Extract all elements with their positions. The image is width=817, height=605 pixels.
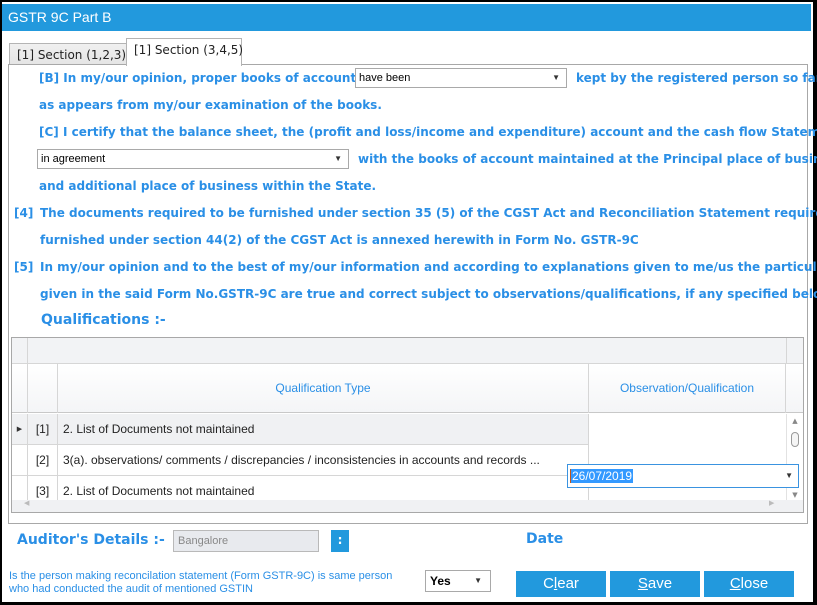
scroll-down-icon[interactable]: ▼ (787, 491, 803, 499)
close-button[interactable]: Close (704, 571, 794, 597)
agreement-value: in agreement (41, 153, 106, 165)
auditor-details-field[interactable]: Bangalore (173, 530, 319, 552)
auditor-details-label: Auditor's Details :- (17, 532, 165, 548)
section-5-line1: In my/our opinion and to the best of my/… (40, 260, 817, 274)
section-4-marker: [4] (14, 206, 34, 220)
tab-panel: [B] In my/our opinion, proper books of a… (8, 64, 817, 552)
scroll-left-icon[interactable]: ◀ (24, 499, 29, 507)
qualification-type-cell[interactable]: 3(a). observations/ comments / discrepan… (58, 445, 589, 476)
section-4-line1: The documents required to be furnished u… (40, 206, 817, 220)
scroll-thumb[interactable] (791, 432, 799, 447)
table-row[interactable]: ▶ [1] 2. List of Documents not maintaine… (12, 414, 786, 445)
books-status-dropdown[interactable]: have been ▼ (355, 68, 567, 88)
row-indicator-icon: ▶ (12, 414, 28, 445)
chevron-down-icon: ▼ (334, 154, 342, 163)
section-c-line3: and additional place of business within … (39, 179, 377, 193)
qualifications-heading: Qualifications :- (41, 312, 166, 328)
group-panel (12, 338, 803, 364)
chevron-down-icon: ▼ (552, 73, 560, 82)
same-person-dropdown[interactable]: Yes ▼ (425, 570, 491, 592)
section-b-suffix: kept by the registered person so far (576, 71, 817, 85)
date-value: 26/07/2019 (570, 469, 634, 483)
observation-cell[interactable] (589, 414, 786, 445)
date-label: Date (526, 531, 564, 547)
clear-button[interactable]: Clear (516, 571, 606, 597)
section-5-marker: [5] (14, 260, 34, 274)
same-person-value: Yes (430, 574, 451, 588)
section-5-line2: given in the said Form No.GSTR-9C are tr… (40, 287, 817, 301)
grid-header: Qualification Type Observation/Qualifica… (12, 364, 803, 413)
column-header-qualification-type[interactable]: Qualification Type (58, 364, 589, 413)
tab-section-3-4-5[interactable]: [1] Section (3,4,5) (126, 38, 243, 66)
chevron-down-icon: ▼ (785, 471, 793, 480)
section-b-line2: as appears from my/our examination of th… (39, 98, 382, 112)
agreement-dropdown[interactable]: in agreement ▼ (37, 149, 349, 169)
section-c-line2: with the books of account maintained at … (358, 152, 817, 166)
tab-section-1-2-3[interactable]: [1] Section (1,2,3) (9, 43, 127, 66)
auditor-lookup-button[interactable]: : (331, 530, 349, 552)
save-button[interactable]: Save (610, 571, 700, 597)
same-person-question: Is the person making reconcilation state… (9, 570, 393, 595)
date-picker[interactable]: 26/07/2019 ▼ (567, 464, 799, 488)
qualification-type-cell[interactable]: 2. List of Documents not maintained (58, 414, 589, 445)
scroll-right-icon[interactable]: ▶ (769, 499, 774, 507)
books-status-value: have been (359, 72, 411, 84)
scroll-up-icon[interactable]: ▲ (787, 417, 803, 425)
gstr9c-part-b-window: GSTR 9C Part B [1] Section (1,2,3) [1] S… (2, 2, 817, 602)
section-c-line1: [C] I certify that the balance sheet, th… (39, 125, 817, 139)
horizontal-scrollbar[interactable]: ◀ ▶ (12, 499, 803, 512)
section-b-prefix: [B] In my/our opinion, proper books of a… (39, 71, 364, 85)
vertical-scrollbar[interactable]: ▲ ▼ (786, 414, 803, 502)
section-4-line2: furnished under section 44(2) of the CGS… (40, 233, 639, 247)
window-title: GSTR 9C Part B (2, 4, 811, 31)
chevron-down-icon: ▼ (474, 576, 482, 585)
column-header-observation[interactable]: Observation/Qualification (589, 364, 786, 413)
